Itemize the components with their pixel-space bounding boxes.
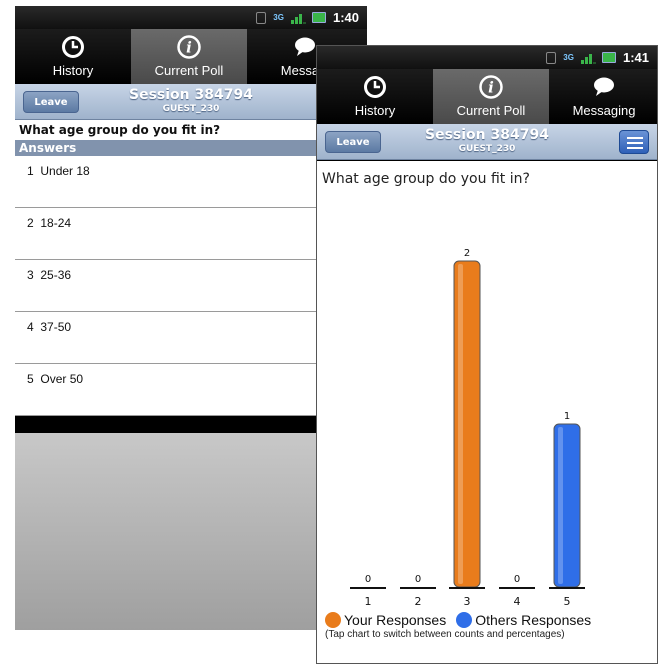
answer-number: 1 (27, 164, 34, 178)
legend-label: Others Responses (475, 612, 592, 628)
guest-name: GUEST_230 (162, 104, 220, 114)
phone-screen-poll-list: 3G 1:40 History i Current Poll Messagi L… (15, 6, 367, 630)
category-label-1: 1 (365, 595, 372, 608)
tab-label: Messaging (572, 103, 636, 118)
category-label-4: 4 (514, 595, 521, 608)
answer-option-2[interactable]: 2 18-24 (15, 208, 367, 260)
answers-header: Answers (15, 140, 367, 156)
bar-3 (453, 260, 481, 588)
tab-history[interactable]: History (317, 69, 433, 124)
answer-text: 25-36 (40, 268, 72, 282)
session-title: Session 384794 (129, 87, 253, 103)
vibrate-icon (256, 11, 267, 24)
data-label-1: 0 (365, 574, 371, 585)
network-type-icon: 3G (563, 52, 574, 62)
answer-text: 37-50 (40, 320, 72, 334)
session-title: Session 384794 (425, 127, 549, 143)
results-chart-area[interactable]: What age group do you fit in? 0 1 0 2 2 3 0 4 1 5 (317, 161, 657, 663)
tab-current-poll[interactable]: i Current Poll (131, 29, 247, 84)
guest-name: GUEST_230 (458, 144, 516, 154)
bar-5 (553, 423, 581, 588)
speech-bubble-icon (594, 77, 614, 96)
poll-question: What age group do you fit in? (322, 171, 530, 187)
category-label-3: 3 (464, 595, 471, 608)
clock-icon (364, 76, 386, 98)
chart-legend: Your Responses Others Responses (Tap cha… (325, 612, 601, 640)
info-icon: i (177, 35, 201, 59)
tab-history[interactable]: History (15, 29, 131, 84)
tab-bar: History i Current Poll Messagi (15, 29, 367, 84)
category-label-2: 2 (415, 595, 422, 608)
info-icon: i (479, 75, 503, 99)
tab-label: Current Poll (456, 103, 526, 118)
tab-label: History (354, 103, 396, 118)
data-label-3: 2 (464, 248, 470, 259)
poll-question: What age group do you fit in? (15, 120, 367, 140)
clock-time: 1:40 (332, 10, 359, 25)
data-label-5: 1 (564, 411, 570, 422)
tab-bar: History i Current Poll Messaging (317, 69, 657, 124)
bar-highlight-3 (458, 264, 463, 584)
answer-number: 2 (27, 216, 34, 230)
network-type-icon: 3G (273, 12, 284, 22)
bar-highlight-5 (558, 427, 563, 584)
data-label-2: 0 (415, 574, 421, 585)
speech-bubble-icon (295, 37, 315, 56)
status-bar: 3G 1:40 (15, 6, 367, 29)
legend-your-responses: Your Responses (325, 612, 446, 628)
orange-dot-icon (325, 612, 341, 628)
answer-list: 1 Under 18 2 18-24 3 25-36 4 37-50 5 Ove… (15, 156, 367, 416)
signal-icon (580, 52, 596, 64)
legend-label: Your Responses (344, 612, 447, 628)
results-bar-chart[interactable]: 0 1 0 2 2 3 0 4 1 5 (317, 201, 657, 621)
vibrate-icon (546, 51, 557, 64)
tab-label: History (52, 63, 94, 78)
clock-time: 1:41 (622, 50, 649, 65)
empty-background (15, 433, 367, 630)
blue-dot-icon (456, 612, 473, 628)
legend-others-responses: Others Responses (456, 612, 591, 628)
tab-label: Current Poll (154, 63, 224, 78)
answer-option-5[interactable]: 5 Over 50 (15, 364, 367, 416)
tab-messaging[interactable]: Messaging (549, 69, 657, 124)
answer-number: 4 (27, 320, 34, 334)
answer-option-4[interactable]: 4 37-50 (15, 312, 367, 364)
data-label-4: 0 (514, 574, 520, 585)
answer-text: Under 18 (40, 164, 90, 178)
answer-number: 3 (27, 268, 34, 282)
tab-current-poll[interactable]: i Current Poll (433, 69, 549, 124)
answer-number: 5 (27, 372, 34, 386)
clock-icon (62, 36, 84, 58)
status-bar: 3G 1:41 (317, 46, 657, 69)
answer-text: 18-24 (40, 216, 72, 230)
phone-screen-poll-results: 3G 1:41 History i Current Poll Messaging… (316, 45, 658, 664)
session-header: Leave Session 384794 GUEST_230 (15, 84, 367, 120)
answer-option-3[interactable]: 3 25-36 (15, 260, 367, 312)
svg-text:i: i (186, 39, 192, 57)
battery-icon (601, 52, 616, 63)
answer-option-1[interactable]: 1 Under 18 (15, 156, 367, 208)
svg-text:i: i (488, 79, 494, 97)
signal-icon (290, 12, 306, 24)
list-menu-button[interactable] (619, 130, 649, 154)
answer-text: Over 50 (40, 372, 84, 386)
category-label-5: 5 (564, 595, 571, 608)
session-header: Leave Session 384794 GUEST_230 (317, 124, 657, 160)
legend-note: (Tap chart to switch between counts and … (325, 629, 565, 640)
battery-icon (311, 12, 326, 23)
